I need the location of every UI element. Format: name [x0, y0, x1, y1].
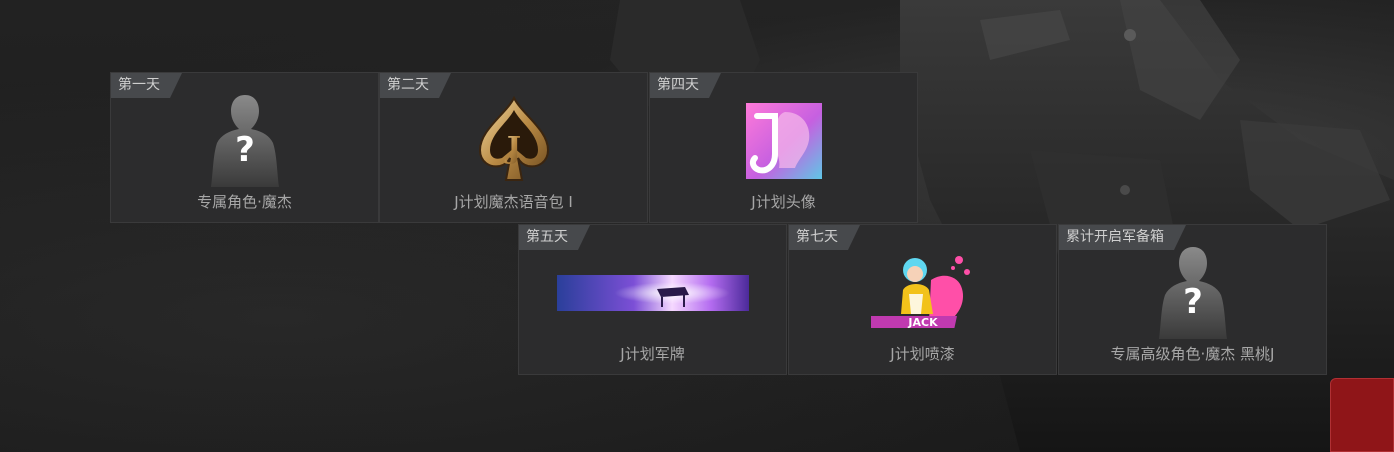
- reward-card-day4[interactable]: 第四天 J计划头像: [649, 72, 918, 223]
- reward-card-day5[interactable]: 第五天 J计划军牌: [518, 224, 787, 375]
- piano-dog-tag-banner-icon: [556, 275, 749, 311]
- reward-name: 专属高级角色·魔杰 黑桃J: [1110, 345, 1275, 363]
- reward-card-cumulative[interactable]: 累计开启军备箱 ? 专属高级角色·魔杰 黑桃J: [1058, 224, 1327, 375]
- svg-text:JACK: JACK: [907, 316, 938, 329]
- svg-text:?: ?: [235, 130, 255, 170]
- spade-j-voice-pack-icon: J: [478, 96, 549, 181]
- reward-name: J计划魔杰语音包 I: [454, 193, 573, 211]
- mystery-character-icon: ?: [210, 95, 279, 187]
- graffiti-spray-icon: JACK: [870, 256, 970, 329]
- reward-card-day1[interactable]: 第一天 ? 专属角色·魔杰: [110, 72, 379, 223]
- reward-name: 专属角色·魔杰: [197, 193, 292, 211]
- svg-text:?: ?: [1183, 282, 1203, 322]
- red-side-panel[interactable]: [1330, 378, 1394, 452]
- reward-name: J计划喷漆: [890, 345, 955, 363]
- svg-text:J: J: [503, 131, 520, 166]
- j-avatar-icon: [745, 103, 822, 179]
- reward-name: J计划军牌: [620, 345, 685, 363]
- mystery-character-icon: ?: [1158, 247, 1227, 339]
- reward-card-day7[interactable]: 第七天 JACK J计划喷漆: [788, 224, 1057, 375]
- reward-card-day2[interactable]: 第二天 J J计划魔杰语音包 I: [379, 72, 648, 223]
- reward-name: J计划头像: [751, 193, 816, 211]
